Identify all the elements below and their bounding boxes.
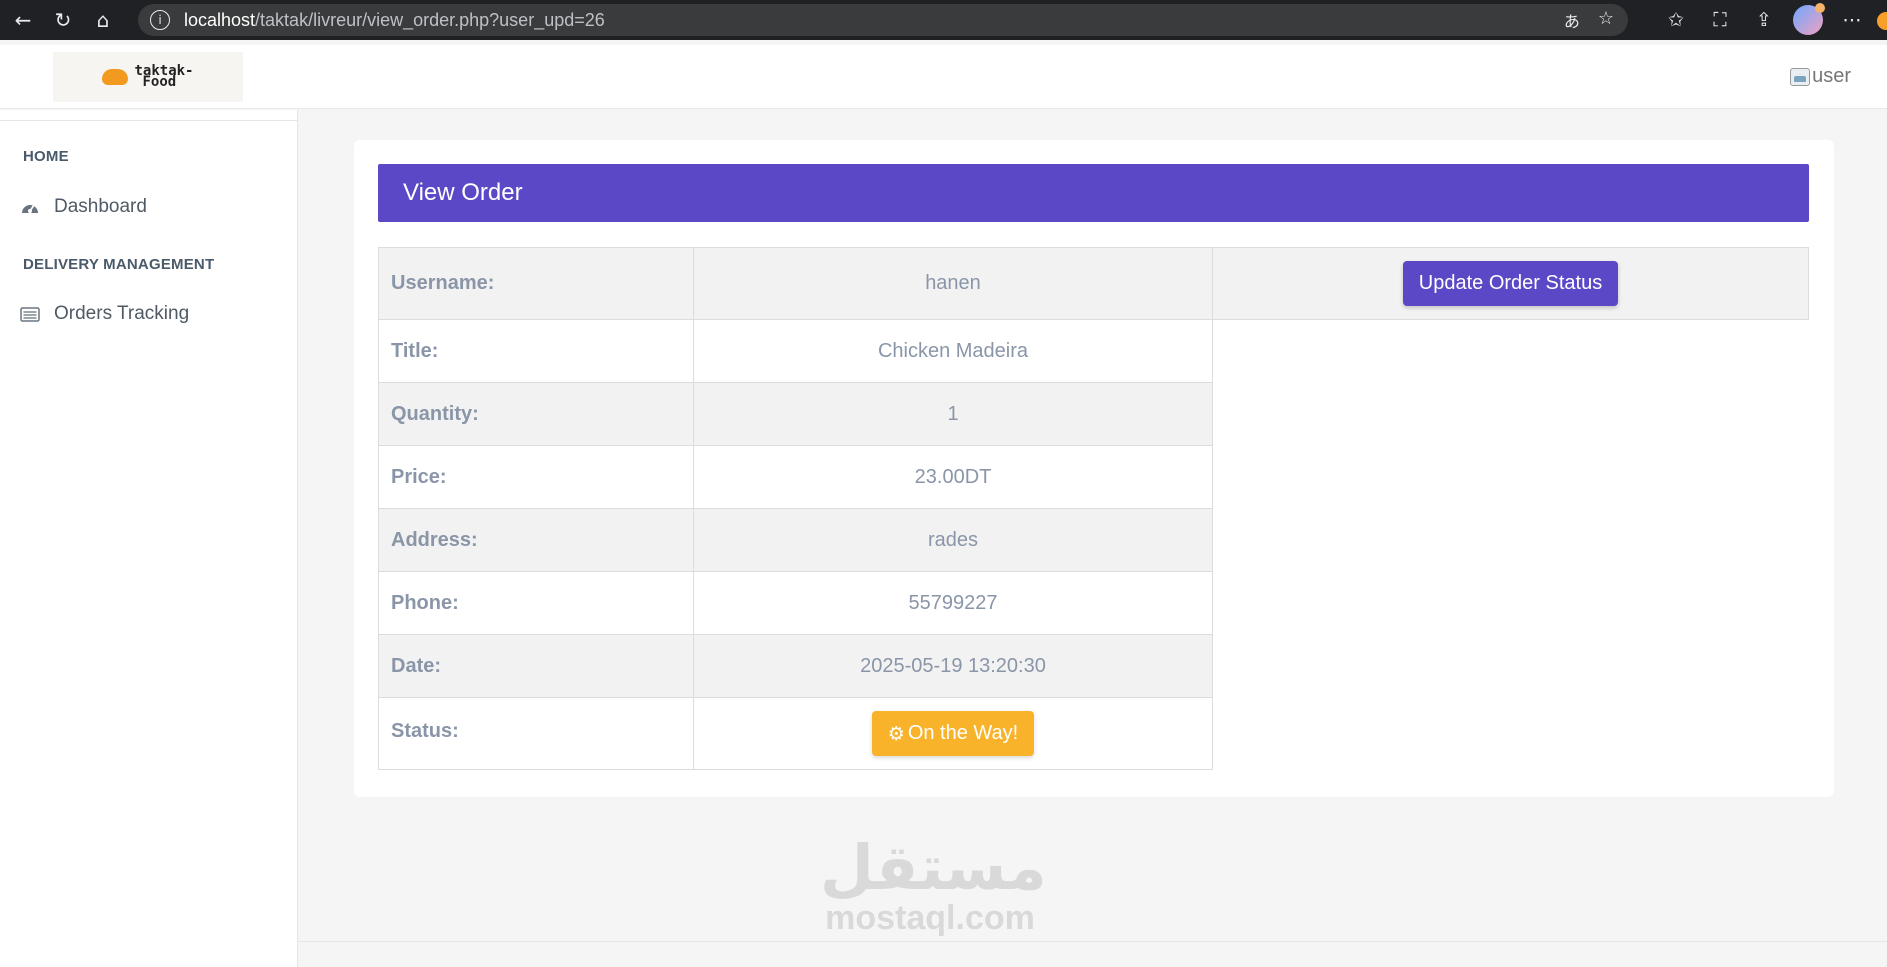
app-header: taktak- Food user bbox=[0, 45, 1887, 109]
empty-cell bbox=[1213, 320, 1809, 383]
row-value: 1 bbox=[693, 382, 1213, 446]
back-icon[interactable]: ← bbox=[6, 3, 40, 37]
reload-icon[interactable]: ↻ bbox=[46, 3, 80, 37]
table-row: Title: Chicken Madeira bbox=[378, 319, 1809, 383]
sidebar-divider bbox=[0, 120, 298, 121]
empty-cell bbox=[1213, 383, 1809, 446]
user-alt-text: user bbox=[1812, 65, 1851, 87]
row-label: Status: bbox=[378, 697, 694, 770]
row-label: Date: bbox=[378, 634, 694, 698]
row-label: Username: bbox=[378, 247, 694, 320]
url-text: localhost/taktak/livreur/view_order.php?… bbox=[184, 9, 605, 30]
sidebar-heading-delivery: DELIVERY MANAGEMENT bbox=[23, 256, 215, 273]
sidebar-item-dashboard[interactable]: Dashboard bbox=[20, 196, 147, 218]
row-value: rades bbox=[693, 508, 1213, 572]
empty-cell bbox=[1213, 572, 1809, 635]
translate-icon[interactable]: あ bbox=[1564, 8, 1580, 32]
card-header: View Order bbox=[378, 164, 1809, 222]
row-label: Address: bbox=[378, 508, 694, 572]
card-title: View Order bbox=[403, 179, 523, 206]
action-cell: Update Order Status bbox=[1212, 247, 1809, 320]
row-value: 55799227 bbox=[693, 571, 1213, 635]
logo-heart-icon bbox=[102, 69, 129, 85]
user-avatar[interactable]: user bbox=[1790, 65, 1851, 88]
table-row: Address: rades bbox=[378, 508, 1809, 572]
empty-cell bbox=[1213, 698, 1809, 770]
table-row: Quantity: 1 bbox=[378, 382, 1809, 446]
broken-image-icon bbox=[1790, 67, 1811, 86]
watermark: مستقل mostaql.com bbox=[820, 831, 1047, 937]
sidebar-tab-icon[interactable] bbox=[1877, 12, 1887, 30]
footer-divider bbox=[298, 941, 1887, 942]
table-row: Status: ⚙ On the Way! bbox=[378, 697, 1809, 770]
star-icon[interactable]: ☆ bbox=[1598, 8, 1614, 32]
more-icon[interactable]: ⋯ bbox=[1837, 5, 1867, 35]
row-value: ⚙ On the Way! bbox=[693, 697, 1213, 770]
row-value: Chicken Madeira bbox=[693, 319, 1213, 383]
home-icon[interactable]: ⌂ bbox=[86, 3, 120, 37]
empty-cell bbox=[1213, 635, 1809, 698]
row-value: 2025-05-19 13:20:30 bbox=[693, 634, 1213, 698]
favorites-icon[interactable]: ✩ bbox=[1661, 5, 1691, 35]
watermark-latin: mostaql.com bbox=[825, 899, 1035, 937]
watermark-arabic: مستقل bbox=[820, 831, 1047, 904]
notification-dot bbox=[1815, 3, 1825, 13]
sidebar: HOME Dashboard DELIVERY MANAGEMENT Order… bbox=[0, 110, 298, 967]
sidebar-heading-home: HOME bbox=[23, 148, 69, 165]
info-icon[interactable]: i bbox=[150, 10, 170, 30]
order-details-table: Username: hanen Update Order Status Titl… bbox=[378, 247, 1809, 770]
sidebar-item-label: Orders Tracking bbox=[54, 303, 190, 324]
row-value: 23.00DT bbox=[693, 445, 1213, 509]
empty-cell bbox=[1213, 509, 1809, 572]
update-order-status-button[interactable]: Update Order Status bbox=[1402, 261, 1619, 306]
row-label: Title: bbox=[378, 319, 694, 383]
table-row: Phone: 55799227 bbox=[378, 571, 1809, 635]
sidebar-item-label: Dashboard bbox=[54, 196, 147, 217]
row-value: hanen bbox=[693, 247, 1213, 320]
gear-icon: ⚙ bbox=[887, 722, 905, 745]
status-text: On the Way! bbox=[907, 722, 1019, 744]
browser-toolbar: ← ↻ ⌂ i localhost/taktak/livreur/view_or… bbox=[0, 0, 1887, 40]
row-label: Quantity: bbox=[378, 382, 694, 446]
address-bar[interactable]: i localhost/taktak/livreur/view_order.ph… bbox=[138, 4, 1628, 36]
table-row: Price: 23.00DT bbox=[378, 445, 1809, 509]
status-badge[interactable]: ⚙ On the Way! bbox=[871, 711, 1035, 756]
screenshot-icon[interactable]: ⛶ bbox=[1705, 5, 1735, 35]
row-label: Phone: bbox=[378, 571, 694, 635]
dashboard-icon bbox=[20, 199, 40, 215]
profile-avatar[interactable] bbox=[1793, 3, 1825, 35]
row-label: Price: bbox=[378, 445, 694, 509]
list-icon bbox=[20, 306, 40, 322]
empty-cell bbox=[1213, 446, 1809, 509]
share-icon[interactable]: ⇪ bbox=[1749, 5, 1779, 35]
sidebar-item-orders-tracking[interactable]: Orders Tracking bbox=[20, 303, 189, 325]
table-row: Date: 2025-05-19 13:20:30 bbox=[378, 634, 1809, 698]
table-row: Username: hanen Update Order Status bbox=[378, 247, 1809, 320]
order-card: View Order Username: hanen Update Order … bbox=[354, 140, 1834, 797]
logo[interactable]: taktak- Food bbox=[53, 52, 243, 102]
